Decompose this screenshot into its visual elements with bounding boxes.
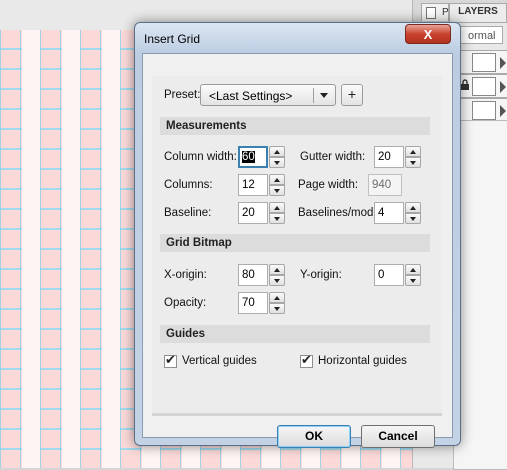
panel-tab-bar: P LAYERS bbox=[413, 0, 507, 23]
column-width-value: 60 bbox=[242, 151, 255, 163]
gutter-width-input[interactable]: 20 bbox=[374, 146, 404, 168]
dialog-content: Preset: <Last Settings> + Measurements C… bbox=[152, 76, 442, 413]
columns-input[interactable]: 12 bbox=[238, 174, 268, 196]
baselines-mod-label: Baselines/mod: bbox=[298, 207, 377, 219]
vertical-guides-label[interactable]: Vertical guides bbox=[182, 355, 257, 367]
layer-row[interactable] bbox=[453, 98, 507, 122]
baselines-mod-input[interactable]: 4 bbox=[374, 202, 404, 224]
preset-value: <Last Settings> bbox=[209, 89, 293, 103]
increment-button[interactable] bbox=[269, 202, 285, 213]
chevron-down-icon bbox=[320, 93, 328, 98]
tab-pages[interactable]: P bbox=[421, 3, 449, 21]
decrement-button[interactable] bbox=[269, 213, 285, 224]
column-width-input[interactable]: 60 bbox=[238, 146, 268, 168]
dialog-body: Preset: <Last Settings> + Measurements C… bbox=[142, 53, 453, 448]
visibility-icon[interactable] bbox=[460, 55, 470, 67]
dialog-title: Insert Grid bbox=[144, 32, 201, 46]
y-origin-input[interactable]: 0 bbox=[374, 264, 404, 286]
decrement-button[interactable] bbox=[405, 275, 421, 286]
preset-label: Preset: bbox=[164, 89, 201, 101]
page-width-field: 940 bbox=[368, 174, 402, 196]
increment-button[interactable] bbox=[269, 174, 285, 185]
increment-button[interactable] bbox=[405, 146, 421, 157]
x-origin-label: X-origin: bbox=[164, 269, 207, 281]
cancel-button[interactable]: Cancel bbox=[361, 425, 435, 448]
decrement-button[interactable] bbox=[269, 185, 285, 196]
layer-thumbnail bbox=[472, 77, 496, 96]
checkmark-icon: ✔ bbox=[301, 352, 312, 367]
section-measurements: Measurements bbox=[160, 117, 430, 135]
layer-row[interactable] bbox=[453, 74, 507, 98]
lock-icon[interactable] bbox=[460, 79, 470, 91]
gutter-width-label: Gutter width: bbox=[300, 151, 366, 163]
opacity-label: Opacity: bbox=[164, 297, 207, 309]
layer-thumbnail bbox=[472, 53, 496, 72]
insert-grid-dialog: Insert Grid X Preset: <Last Settings> + … bbox=[134, 22, 461, 448]
tab-pages-label: P bbox=[442, 7, 449, 18]
decrement-button[interactable] bbox=[405, 157, 421, 168]
close-icon: X bbox=[423, 27, 433, 42]
increment-button[interactable] bbox=[405, 202, 421, 213]
horizontal-guides-label[interactable]: Horizontal guides bbox=[318, 355, 407, 367]
columns-label: Columns: bbox=[164, 179, 213, 191]
preset-select[interactable]: <Last Settings> bbox=[200, 84, 336, 106]
checkmark-icon: ✔ bbox=[165, 352, 176, 367]
column-width-label: Column width: bbox=[164, 151, 237, 163]
decrement-button[interactable] bbox=[405, 213, 421, 224]
select-divider bbox=[313, 88, 314, 103]
opacity-input[interactable]: 70 bbox=[238, 292, 268, 314]
expand-arrow-icon[interactable] bbox=[500, 105, 506, 117]
vertical-guides-checkbox[interactable]: ✔ bbox=[164, 352, 177, 368]
decrement-button[interactable] bbox=[269, 275, 285, 286]
increment-button[interactable] bbox=[405, 264, 421, 275]
layers-list-area bbox=[453, 120, 507, 470]
decrement-button[interactable] bbox=[269, 157, 285, 168]
visibility-icon[interactable] bbox=[460, 103, 470, 115]
increment-button[interactable] bbox=[269, 146, 285, 157]
expand-arrow-icon[interactable] bbox=[500, 57, 506, 69]
baseline-label: Baseline: bbox=[164, 207, 212, 219]
x-origin-input[interactable]: 80 bbox=[238, 264, 268, 286]
y-origin-label: Y-origin: bbox=[300, 269, 342, 281]
content-divider bbox=[152, 413, 442, 416]
increment-button[interactable] bbox=[269, 264, 285, 275]
decrement-button[interactable] bbox=[269, 303, 285, 314]
ok-button[interactable]: OK bbox=[277, 425, 351, 448]
layer-thumbnail bbox=[472, 101, 496, 120]
page-width-label: Page width: bbox=[298, 179, 359, 191]
expand-arrow-icon[interactable] bbox=[500, 81, 506, 93]
baseline-input[interactable]: 20 bbox=[238, 202, 268, 224]
section-grid-bitmap: Grid Bitmap bbox=[160, 234, 430, 252]
section-guides: Guides bbox=[160, 325, 430, 343]
close-button[interactable]: X bbox=[405, 24, 451, 44]
horizontal-guides-checkbox[interactable]: ✔ bbox=[300, 352, 313, 368]
add-preset-button[interactable]: + bbox=[341, 84, 363, 106]
page-icon bbox=[426, 7, 436, 19]
tab-layers[interactable]: LAYERS bbox=[449, 3, 507, 22]
layer-row[interactable] bbox=[453, 50, 507, 74]
increment-button[interactable] bbox=[269, 292, 285, 303]
